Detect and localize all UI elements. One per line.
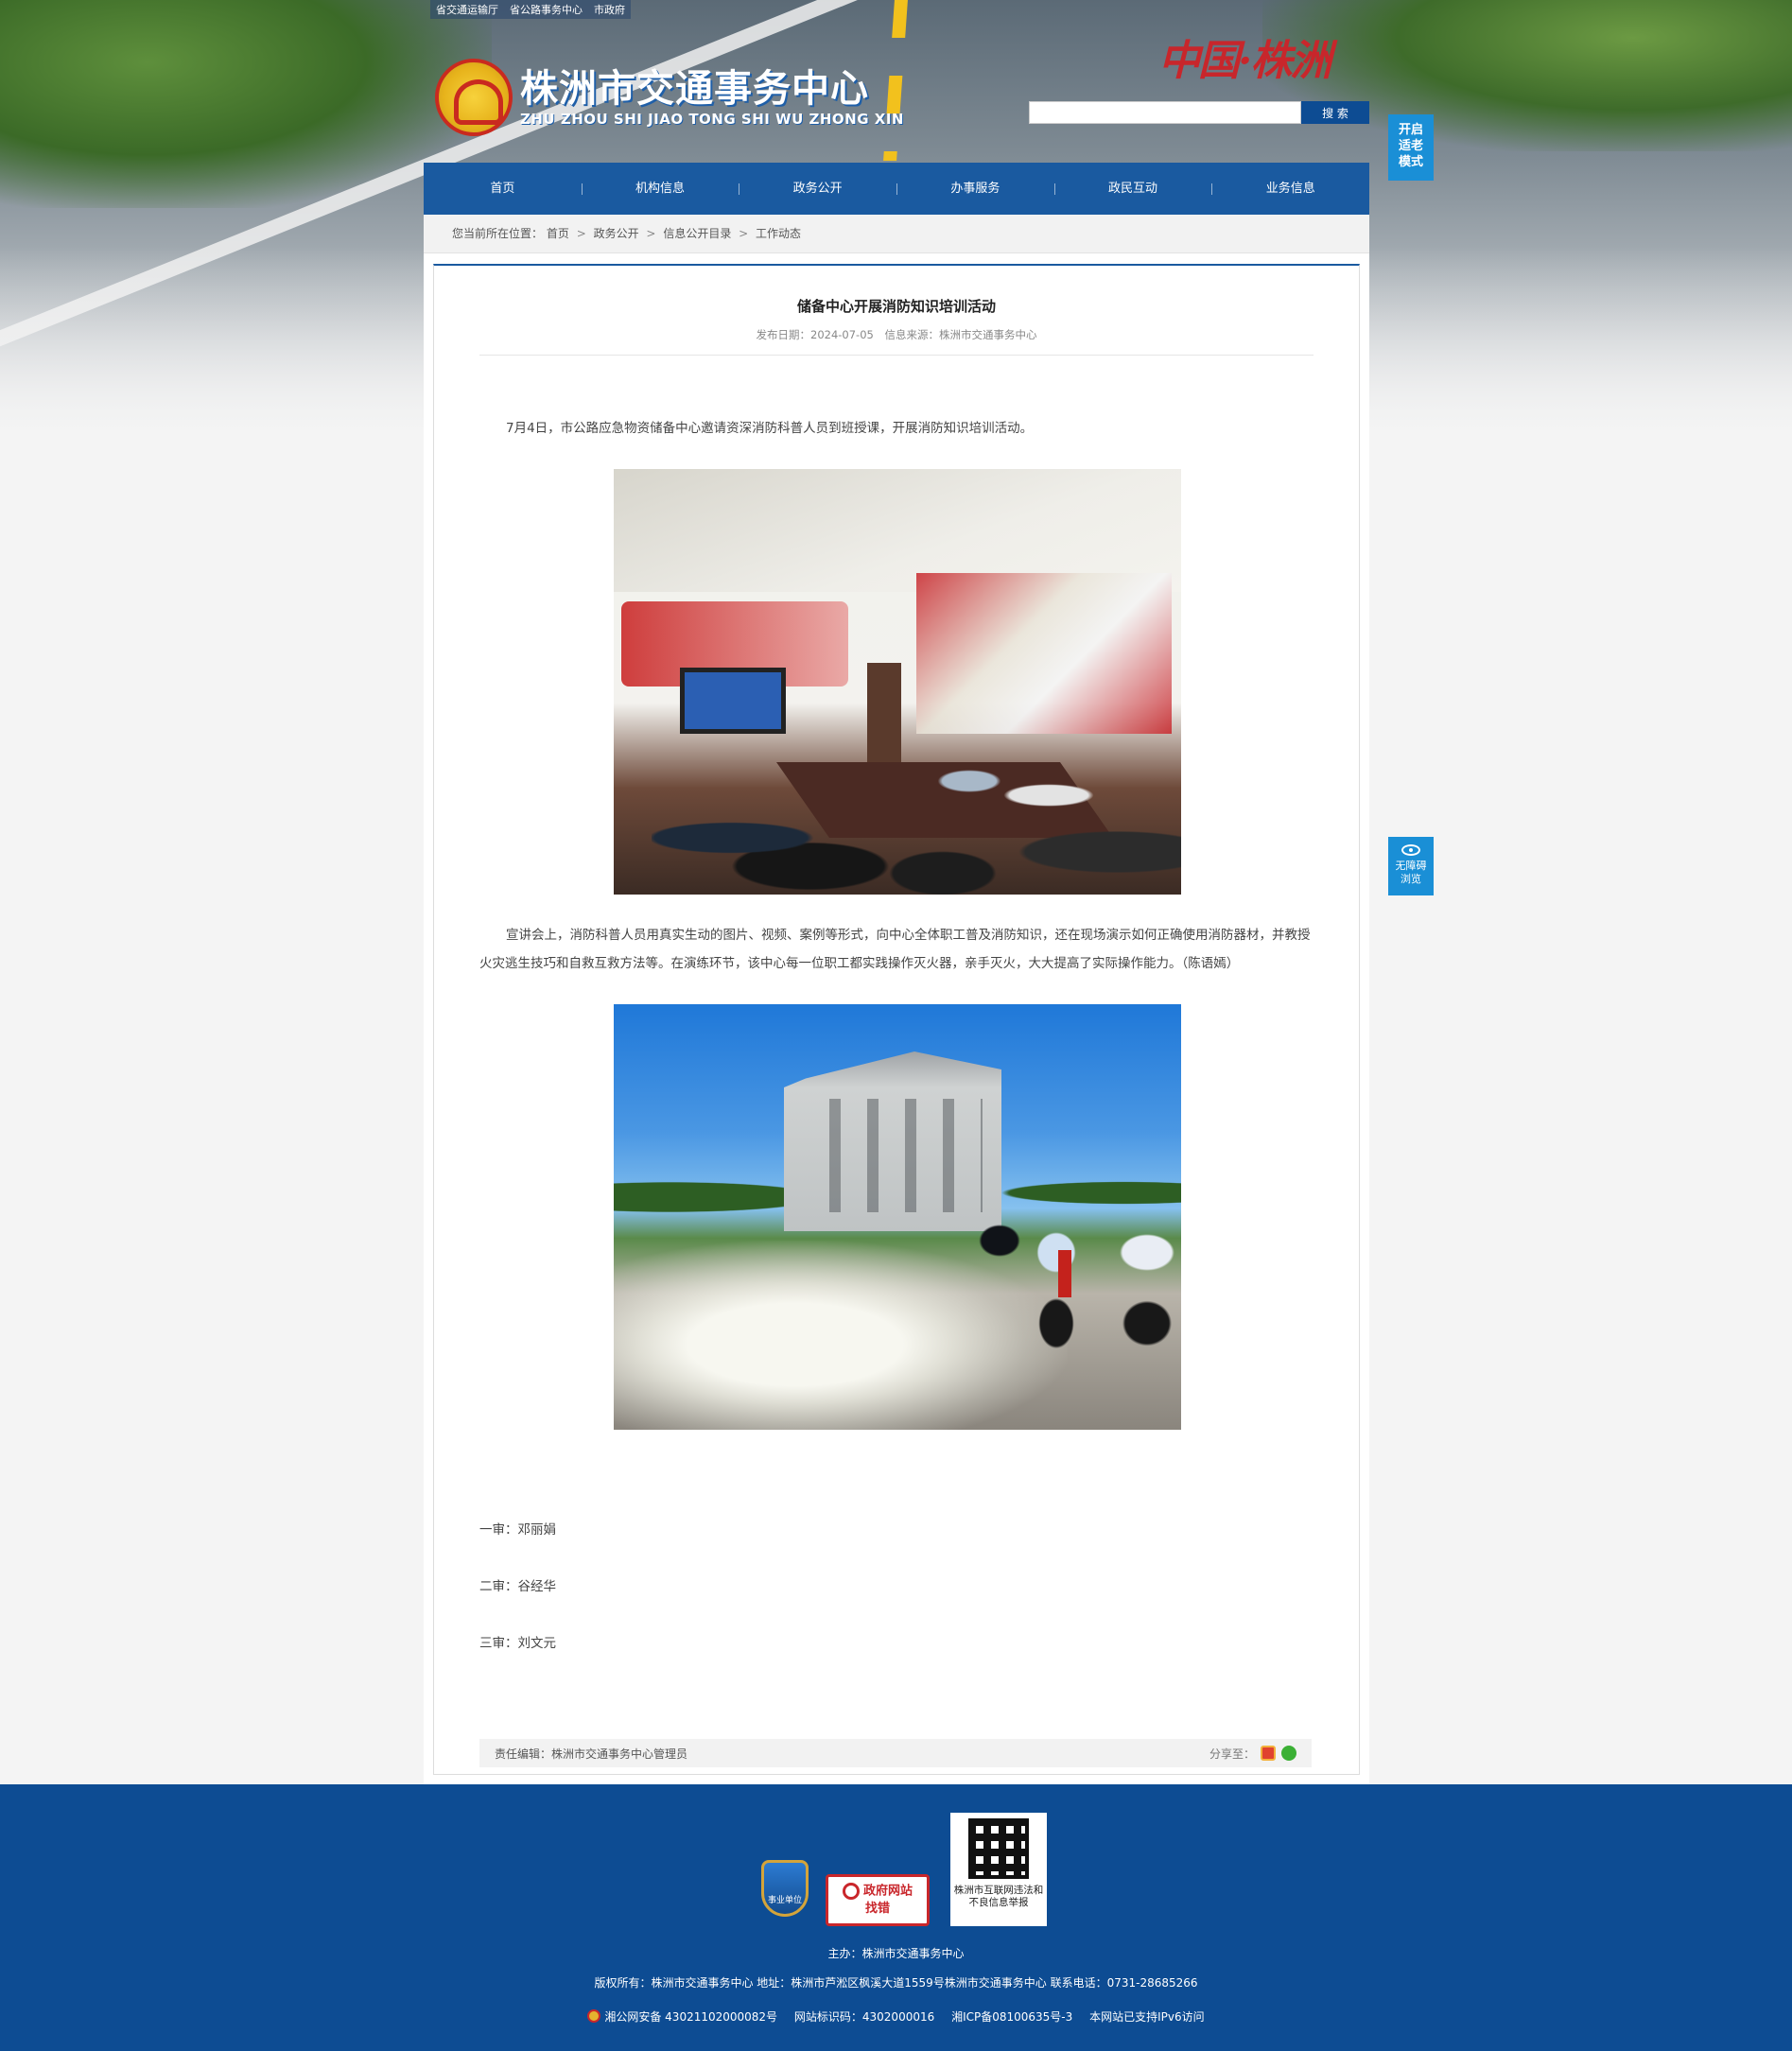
icp-record[interactable]: 湘ICP备08100635号-3 [951, 2010, 1072, 2024]
nav-item-interaction[interactable]: 政民互动 [1053, 163, 1212, 215]
article-source: 信息来源：株洲市交通事务中心 [884, 328, 1037, 341]
elder-mode-label: 开启适老模式 [1398, 123, 1423, 169]
main-nav: 首页 机构信息 政务公开 办事服务 政民互动 业务信息 [424, 163, 1369, 215]
logo-title-cn: 株洲市交通事务中心 [520, 67, 869, 111]
footer-registration: 湘公网安备 43021102000082号 网站标识码：4302000016 湘… [0, 2008, 1792, 2025]
nav-item-home[interactable]: 首页 [424, 163, 582, 215]
footer-copyright: 版权所有：株洲市交通事务中心 地址：株洲市芦淞区枫溪大道1559号株洲市交通事务… [594, 1976, 1198, 1990]
editor-bar: 责任编辑：株洲市交通事务中心管理员 分享至： [479, 1739, 1312, 1767]
badge-report-line2: 找错 [864, 1901, 890, 1916]
illegal-info-report-qr[interactable]: 株洲市互联网违法和不良信息举报 [950, 1813, 1047, 1926]
breadcrumb-item-gov-affairs[interactable]: 政务公开 [594, 227, 639, 240]
breadcrumb-item-catalog[interactable]: 信息公开目录 [663, 227, 731, 240]
footer-host: 主办：株洲市交通事务中心 [827, 1947, 965, 1960]
nav-item-business-info[interactable]: 业务信息 [1211, 163, 1369, 215]
accessibility-button[interactable]: 无障碍浏览 [1388, 837, 1434, 895]
top-links-bar: 省交通运输厅 省公路事务中心 市政府 [430, 0, 631, 19]
breadcrumb-separator: > [646, 227, 656, 240]
badge-shield-label: 事业单位 [767, 1896, 802, 1905]
logo-title-en: ZHU ZHOU SHI JIAO TONG SHI WU ZHONG XIN [520, 111, 904, 128]
main-content: 您当前所在位置： 首页 > 政务公开 > 信息公开目录 > 工作动态 储备中心开… [424, 215, 1369, 1784]
qr-code-icon [968, 1818, 1029, 1879]
top-link-city-government[interactable]: 市政府 [594, 2, 625, 17]
article-paragraph-1: 7月4日，市公路应急物资储备中心邀请资深消防科普人员到班授课，开展消防知识培训活… [506, 421, 1034, 436]
training-session-photo [614, 469, 1181, 895]
logo-emblem-icon [435, 59, 513, 136]
magnifier-icon [842, 1883, 860, 1900]
site-id: 网站标识码：4302000016 [793, 2010, 935, 2024]
nav-item-services[interactable]: 办事服务 [896, 163, 1054, 215]
public-institution-badge[interactable]: 事业单位 [761, 1860, 809, 1917]
search-button[interactable]: 搜 索 [1301, 101, 1369, 124]
review-second: 二审：谷经华 [479, 1579, 556, 1594]
breadcrumb-item-work-news[interactable]: 工作动态 [756, 227, 801, 240]
footer: 事业单位 政府网站 找错 株洲市互联网违法和不良信息举报 主办：株洲市交通事务中… [0, 1784, 1792, 2051]
ipv6-support: 本网站已支持IPv6访问 [1089, 2010, 1205, 2024]
share-label: 分享至： [1209, 1747, 1255, 1761]
trees-right-decoration [1262, 0, 1792, 151]
eye-icon [1401, 844, 1420, 856]
breadcrumb-separator: > [739, 227, 749, 240]
breadcrumb-item-home[interactable]: 首页 [547, 227, 569, 240]
responsible-editor: 责任编辑：株洲市交通事务中心管理员 [495, 1747, 688, 1761]
article: 储备中心开展消防知识培训活动 发布日期：2024-07-05 信息来源：株洲市交… [433, 264, 1360, 1775]
review-third: 三审：刘文元 [479, 1636, 556, 1651]
qr-caption: 株洲市互联网违法和不良信息举报 [953, 1885, 1044, 1908]
weibo-icon[interactable] [1261, 1746, 1276, 1761]
wechat-icon[interactable] [1281, 1746, 1296, 1761]
search-bar: 搜 索 [1029, 101, 1369, 124]
article-date: 发布日期：2024-07-05 [756, 328, 874, 341]
top-link-provincial-transport[interactable]: 省交通运输厅 [436, 2, 498, 17]
breadcrumb: 您当前所在位置： 首页 > 政务公开 > 信息公开目录 > 工作动态 [424, 215, 1369, 253]
police-record[interactable]: 湘公网安备 43021102000082号 [587, 2009, 777, 2024]
article-paragraph-2: 宣讲会上，消防科普人员用真实生动的图片、视频、案例等形式，向中心全体职工普及消防… [479, 928, 1311, 971]
badge-report-line1: 政府网站 [862, 1884, 913, 1899]
nav-item-organization[interactable]: 机构信息 [581, 163, 739, 215]
article-title: 储备中心开展消防知识培训活动 [796, 298, 996, 315]
divider [479, 355, 1314, 356]
review-first: 一审：邓丽娟 [479, 1522, 556, 1538]
site-logo[interactable]: 株洲市交通事务中心 ZHU ZHOU SHI JIAO TONG SHI WU … [435, 59, 904, 136]
fire-extinguisher-drill-photo [614, 1004, 1181, 1430]
share-group: 分享至： [1209, 1746, 1296, 1762]
article-meta: 发布日期：2024-07-05 信息来源：株洲市交通事务中心 [434, 327, 1359, 342]
gov-site-error-report-badge[interactable]: 政府网站 找错 [826, 1874, 930, 1926]
search-input[interactable] [1029, 101, 1301, 124]
accessibility-label: 无障碍浏览 [1395, 860, 1427, 885]
police-badge-icon [587, 2009, 601, 2023]
nav-item-government-affairs[interactable]: 政务公开 [739, 163, 896, 215]
breadcrumb-prefix: 您当前所在位置： [452, 227, 544, 240]
top-link-provincial-highway[interactable]: 省公路事务中心 [510, 2, 583, 17]
elder-mode-button[interactable]: 开启适老模式 [1388, 114, 1434, 181]
city-calligraphy-logo: 中国·株洲 [1158, 37, 1331, 85]
breadcrumb-separator: > [576, 227, 586, 240]
